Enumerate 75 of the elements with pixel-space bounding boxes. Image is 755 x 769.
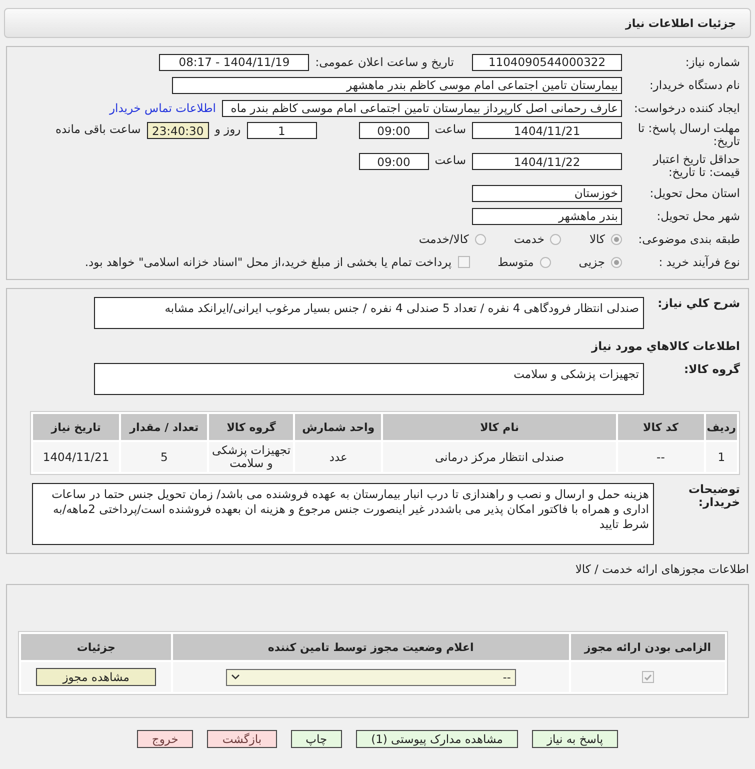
field-label: نام دستگاه خریدار: [648,78,740,92]
time-label: ساعت [434,153,466,167]
field-label: استان محل تحویل: [648,186,740,200]
city-field: بندر ماهشهر [472,208,622,224]
province-field: خوزستان [472,184,622,202]
table-cell: عدد [295,442,382,472]
requester-field: عارف رحمانی اصل کارپرداز بیمارستان تامین اجتماعی امام موسی کاظم بندر ماه [222,100,622,116]
field-label: توضیحات خریدار: [688,483,740,509]
field-label: گروه کالا: [683,363,740,376]
action-button[interactable]: مشاهده مدارک پیوستی (1) [356,730,518,748]
page-header: جزئیات اطلاعات نیاز [4,8,751,38]
caret-icon [230,674,240,680]
validity-time-field: 09:00 [358,153,429,170]
column-header: نام کالا [383,414,616,440]
column-header: الزامی بودن ارائه مجوز [570,634,725,660]
column-header: تاریخ نیاز [33,414,120,440]
radio-label: کالا/خدمت [418,232,469,246]
radio-button[interactable] [474,234,486,244]
checkbox[interactable] [642,671,654,683]
checkbox-label: پرداخت تمام یا بخشی از مبلغ خرید،از محل "اسناد خزانه اسلامی" خواهد بود. [84,255,452,269]
status-dropdown[interactable]: -- [226,668,516,686]
days-field: 1 [246,122,317,139]
table-cell: تجهیزات پزشکی و سلامت [209,442,294,472]
column-header: واحد شمارش [295,414,382,440]
checkbox[interactable] [458,256,470,268]
section-title: اطلاعات مجوزهای ارائه خدمت / کالا [574,562,750,576]
deadline-time-field: 09:00 [358,122,429,139]
field-label: شرح کلي نياز: [656,297,740,310]
table-cell: -- [618,442,704,472]
table-cell: صندلی انتظار مرکز درمانی [383,442,616,472]
column-header: تعداد / مقدار [121,414,208,440]
time-label: ساعت [434,122,466,136]
column-header: جزئیات [21,634,172,660]
action-button[interactable]: چاپ [290,730,342,748]
validity-date-field: 1404/11/22 [472,153,622,170]
column-header: ردیف [706,414,737,440]
column-header: اعلام وضعیت مجوز توسط تامین کننده [173,634,569,660]
radio-label: متوسط [498,255,534,269]
announce-date-field: 1404/11/19 - 08:17 [159,54,310,70]
field-label: نوع فرآیند خرید : [658,256,740,268]
goods-group-field: تجهیزات پزشکی و سلامت [94,363,644,395]
days-label: روز و [214,122,241,136]
check-icon [644,674,652,680]
section-title: اطلاعات کالاهاي مورد نياز [592,340,740,352]
field-label: شهر محل تحویل: [656,210,740,222]
action-button[interactable]: بازگشت [207,730,277,748]
deadline-date-field: 1404/11/21 [472,122,622,139]
action-button[interactable]: پاسخ به نیاز [532,730,618,748]
radio-button[interactable] [611,234,622,244]
radio-button[interactable] [611,256,622,268]
action-button[interactable]: خروج [136,730,194,748]
table-cell: 1404/11/21 [33,442,120,472]
buyer-name-field: بیمارستان تامین اجتماعی امام موسی کاظم بندر ماهشهر [172,76,622,94]
contact-link[interactable]: اطلاعات تماس خریدار [109,101,216,115]
remaining-time-field: 23:40:30 [146,122,209,139]
column-header: گروه کالا [209,414,294,440]
field-label: حداقل تاریخ اعتبار قیمت: تا تاریخ: [652,153,740,179]
table-cell: 1 [706,442,737,472]
radio-label: خدمت [514,232,544,246]
buyer-notes-field: هزینه حمل و ارسال و نصب و راهندازی تا درب انبار بیمارستان به عهده فروشنده می باشد/ زمان تحویل جنس حتما در ساعات اداری و همراه با فاکتور امکان پذیر می باشددر غیر اینصورت جنس مرجوع و هزینه ان بعهده فروشنده است/پرداختی 2ماهه/به شرط تایید [32,483,654,545]
remaining-label: ساعت باقی مانده [56,122,141,136]
field-label: مهلت ارسال پاسخ: تا تاریخ: [636,122,740,148]
need-number-field: 1104090544000322 [472,54,622,70]
radio-button[interactable] [550,234,562,244]
field-label: طبقه بندی موضوعی: [637,232,740,246]
radio-label: کالا [589,232,605,246]
field-label: ایجاد کننده درخواست: [633,102,740,114]
field-label: تاریخ و ساعت اعلان عمومی: [315,56,454,68]
radio-button[interactable] [540,256,551,268]
radio-label: جزیی [578,255,605,269]
description-field: صندلی انتظار فرودگاهی 4 نفره / تعداد 5 صندلی 4 نفره / جنس بسیار مرغوب ایرانی/ایرانکد مشابه [94,297,644,329]
field-label: شماره نیاز: [684,56,740,68]
column-header: کد کالا [618,414,704,440]
table-cell: 5 [121,442,208,472]
view-permit-button[interactable]: مشاهده مجوز [36,668,156,686]
